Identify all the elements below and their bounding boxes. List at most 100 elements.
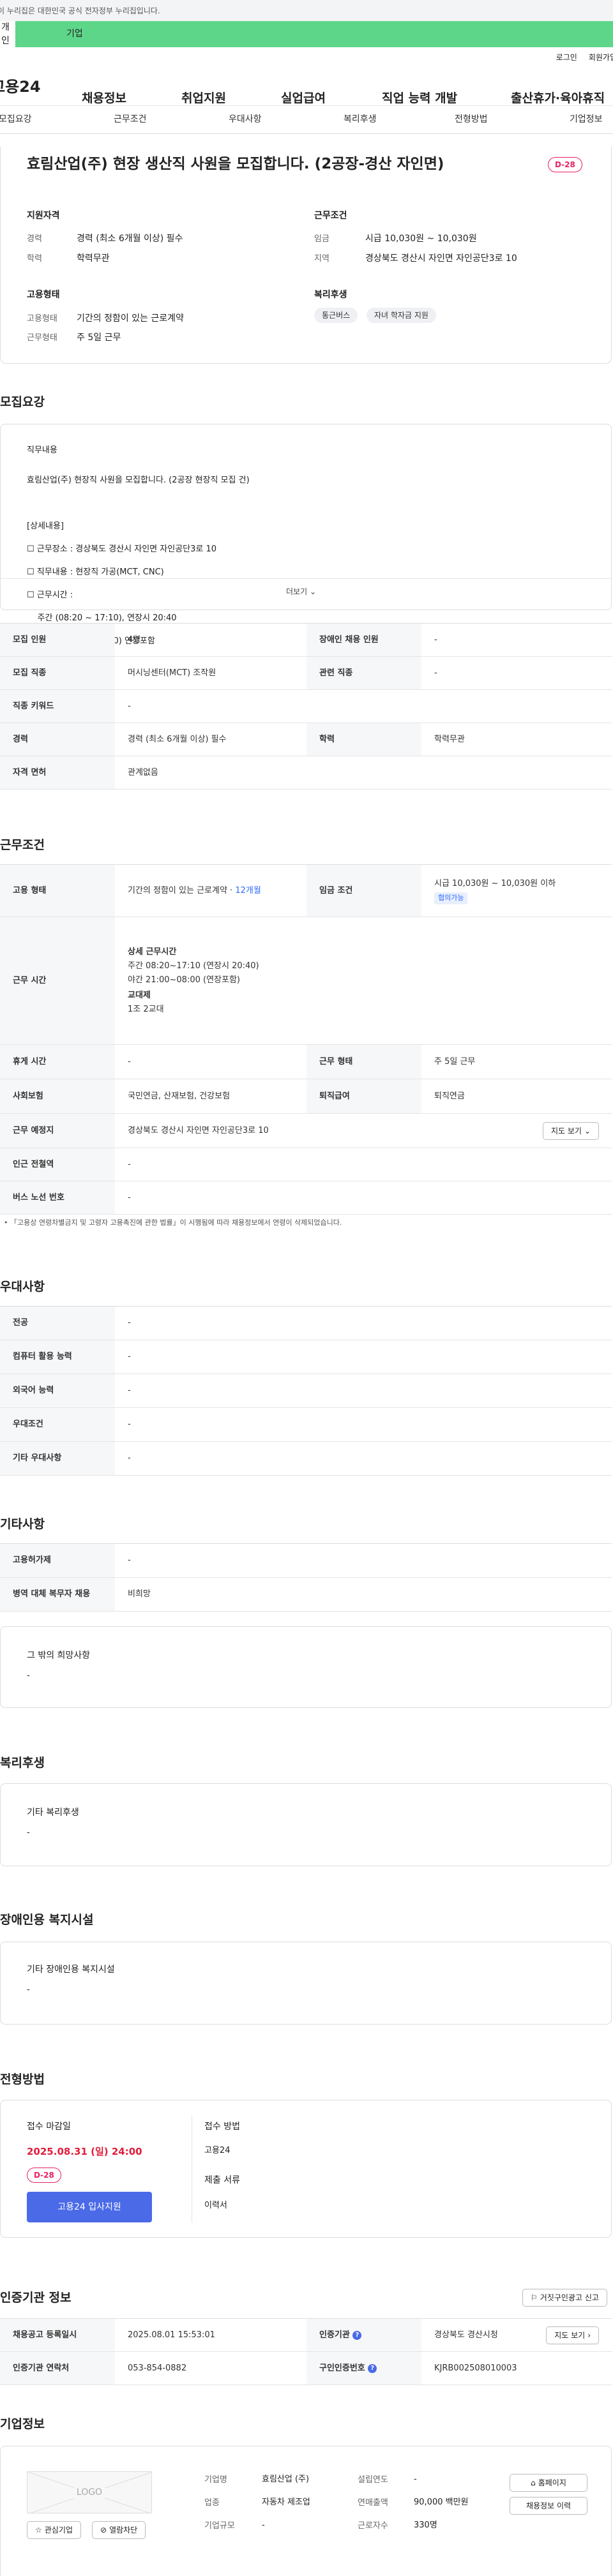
- shift-heading: 교대제: [128, 990, 151, 1000]
- block-button[interactable]: ⊘ 열람차단: [92, 2521, 146, 2539]
- table-row: 인증기관 연락처 053-854-0882 구인인증번호 ? KJRB00250…: [0, 2352, 612, 2385]
- gnb-item-employment-support[interactable]: 취업지원: [181, 89, 226, 108]
- table-row: 기타 우대사항 -: [0, 1442, 612, 1476]
- homepage-button[interactable]: ⌂ 홈페이지: [510, 2474, 587, 2492]
- table-header-cell: 근무 시간: [0, 917, 115, 1044]
- deadline-value: 2025.08.31 (일) 24:00: [27, 2146, 142, 2157]
- welfare-section-title: 복리후생: [0, 1756, 45, 1770]
- gov-notice-text: 이 누리집은 대한민국 공식 전자정부 누리집입니다.: [0, 6, 160, 15]
- table-cell: 2025.08.01 15:53:01: [128, 2330, 215, 2340]
- cert-map-button[interactable]: 지도 보기 ›: [546, 2326, 599, 2344]
- table-header-cell: 우대조건: [0, 1408, 115, 1441]
- table-header-cell: 컴퓨터 활용 능력: [0, 1340, 115, 1374]
- login-link[interactable]: 로그인: [556, 52, 577, 63]
- global-nav: 고용24 채용정보 취업지원 실업급여 직업 능력 개발 출산휴가·육아휴직: [0, 68, 613, 106]
- snb-item-company[interactable]: 기업정보: [570, 113, 603, 126]
- table-cell: 관계없음: [128, 767, 158, 777]
- qual-value: 경력 (최소 6개월 이상) 필수: [77, 234, 183, 244]
- map-button[interactable]: 지도 보기 ⌄: [542, 1121, 599, 1140]
- snb-item-work[interactable]: 근무조건: [114, 113, 147, 126]
- time-detail-heading: 상세 근무시간: [128, 947, 177, 957]
- sales-label: 연매출액: [358, 2498, 388, 2508]
- table-cell: 국민연금, 산재보험, 건강보험: [128, 1091, 231, 1101]
- table-header-cell: 모집 직종: [0, 657, 115, 689]
- table-row: 인근 전철역 -: [0, 1148, 612, 1181]
- table-header-cell: 고용허가제: [0, 1544, 115, 1577]
- welfare-chip: 통근버스: [314, 308, 358, 323]
- gnb-item-parental-leave[interactable]: 출산휴가·육아휴직: [511, 89, 605, 108]
- info-icon[interactable]: ?: [352, 2330, 362, 2340]
- table-cell: 퇴직연금: [434, 1091, 465, 1101]
- time-line: 야간 21:00~08:00 (연장포함): [128, 975, 240, 985]
- employees-value: 330명: [414, 2520, 437, 2530]
- job-history-button[interactable]: 채용정보 이력: [510, 2497, 587, 2515]
- emp-label: 고용형태: [27, 314, 57, 324]
- table-row: 근무 시간 상세 근무시간 주간 08:20~17:10 (연장시 20:40)…: [0, 917, 612, 1045]
- table-header-cell: 구인인증번호 ?: [306, 2352, 421, 2385]
- cond-value: 경상북도 경산시 자인면 자인공단3로 10: [365, 253, 517, 264]
- employees-label: 근로자수: [358, 2521, 388, 2531]
- cert-org-label: 인증기관: [319, 2330, 350, 2340]
- table-cell: -: [434, 668, 437, 678]
- table-cell: -: [128, 1159, 131, 1169]
- star-icon: ☆: [35, 2526, 42, 2535]
- report-button-label: 거짓구인광고 신고: [540, 2293, 599, 2302]
- table-row: 우대조건 -: [0, 1408, 612, 1442]
- favorite-button[interactable]: ☆ 관심기업: [27, 2521, 81, 2539]
- more-button[interactable]: 더보기 ⌄: [286, 586, 316, 597]
- emp-value: 기간의 정함이 있는 근로계약: [77, 313, 184, 324]
- negotiable-badge: 협의가능: [434, 892, 468, 904]
- deadline-label: 접수 마감일: [27, 2122, 71, 2132]
- duty-heading: 직무내용: [27, 446, 57, 455]
- join-link[interactable]: 회원가입: [589, 52, 613, 63]
- company-name-label: 기업명: [204, 2475, 227, 2485]
- chevron-right-icon: ›: [587, 2330, 591, 2340]
- cert-no-label: 구인인증번호: [319, 2363, 365, 2373]
- table-header-cell: 관련 직종: [306, 657, 421, 689]
- apply-button[interactable]: 고용24 입사지원: [27, 2192, 152, 2222]
- qual-label: 학력: [27, 254, 42, 264]
- gnb-item-unemployment-benefit[interactable]: 실업급여: [281, 89, 326, 108]
- duty-line: ☐ 직무내용 : 현장직 가공(MCT, CNC): [27, 567, 164, 577]
- table-row: 채용공고 등록일시 2025.08.01 15:53:01 인증기관 ? 경상북…: [0, 2319, 612, 2352]
- shift-value: 1조 2교대: [128, 1004, 164, 1014]
- table-header-cell: 장애인 채용 인원: [306, 624, 421, 656]
- table-cell: -: [128, 1555, 131, 1566]
- table-header-cell: 고용 형태: [0, 865, 115, 917]
- time-line: 주간 08:20~17:10 (연장시 20:40): [128, 961, 259, 971]
- info-icon[interactable]: ?: [368, 2363, 377, 2373]
- table-cell: 비희망: [128, 1589, 151, 1599]
- gov-notice-bar: 이 누리집은 대한민국 공식 전자정부 누리집입니다.: [0, 0, 613, 21]
- industry-value: 자동차 제조업: [262, 2497, 310, 2507]
- company-name-value: 효림산업 (주): [262, 2475, 310, 2484]
- cert-section-title: 인증기관 정보: [0, 2291, 72, 2305]
- table-header-cell: 채용공고 등록일시: [0, 2319, 115, 2351]
- duty-line: 효림산업(주) 현장직 사원을 모집합니다. (2공장 현장직 모집 건): [27, 476, 250, 485]
- table-row: 모집 직종 머시닝센터(MCT) 조작원 관련 직종 -: [0, 657, 612, 690]
- table-row: 버스 노선 번호 -: [0, 1181, 612, 1215]
- table-cell: -: [128, 1419, 131, 1430]
- site-logo[interactable]: 고용24: [0, 75, 54, 98]
- docs-value: 이력서: [204, 2201, 227, 2210]
- report-icon: ⚐: [531, 2293, 538, 2302]
- duty-line: [27, 498, 250, 509]
- table-row: 외국어 능력 -: [0, 1374, 612, 1408]
- gnb-item-jobs[interactable]: 채용정보: [82, 89, 126, 108]
- table-row: 고용 형태 기간의 정함이 있는 근로계약 · 12개월 임금 조건 시급 10…: [0, 865, 612, 917]
- wish-value: -: [27, 1671, 30, 1681]
- report-button[interactable]: ⚐ 거짓구인광고 신고: [522, 2289, 607, 2307]
- cert-map-label: 지도 보기: [554, 2330, 586, 2340]
- logo-text: LOGO: [73, 2485, 105, 2499]
- snb-item-pref[interactable]: 우대사항: [229, 113, 262, 126]
- snb-item-recruit[interactable]: 모집요강: [0, 113, 32, 126]
- gnb-item-vocational-training[interactable]: 직업 능력 개발: [382, 89, 457, 108]
- duty-line: ☐ 근무장소 : 경상북도 경산시 자인면 자인공단3로 10: [27, 544, 217, 554]
- table-row: 자격 면허 관계없음: [0, 756, 612, 790]
- company-section-title: 기업정보: [0, 2417, 45, 2431]
- table-cell: 4명: [128, 634, 141, 645]
- snb-item-welfare[interactable]: 복리후생: [344, 113, 377, 126]
- docs-label: 제출 서류: [204, 2175, 240, 2185]
- snb-item-process[interactable]: 전형방법: [455, 113, 488, 126]
- tab-individual[interactable]: 개인: [0, 21, 15, 47]
- tab-corporate[interactable]: 기업: [15, 21, 613, 47]
